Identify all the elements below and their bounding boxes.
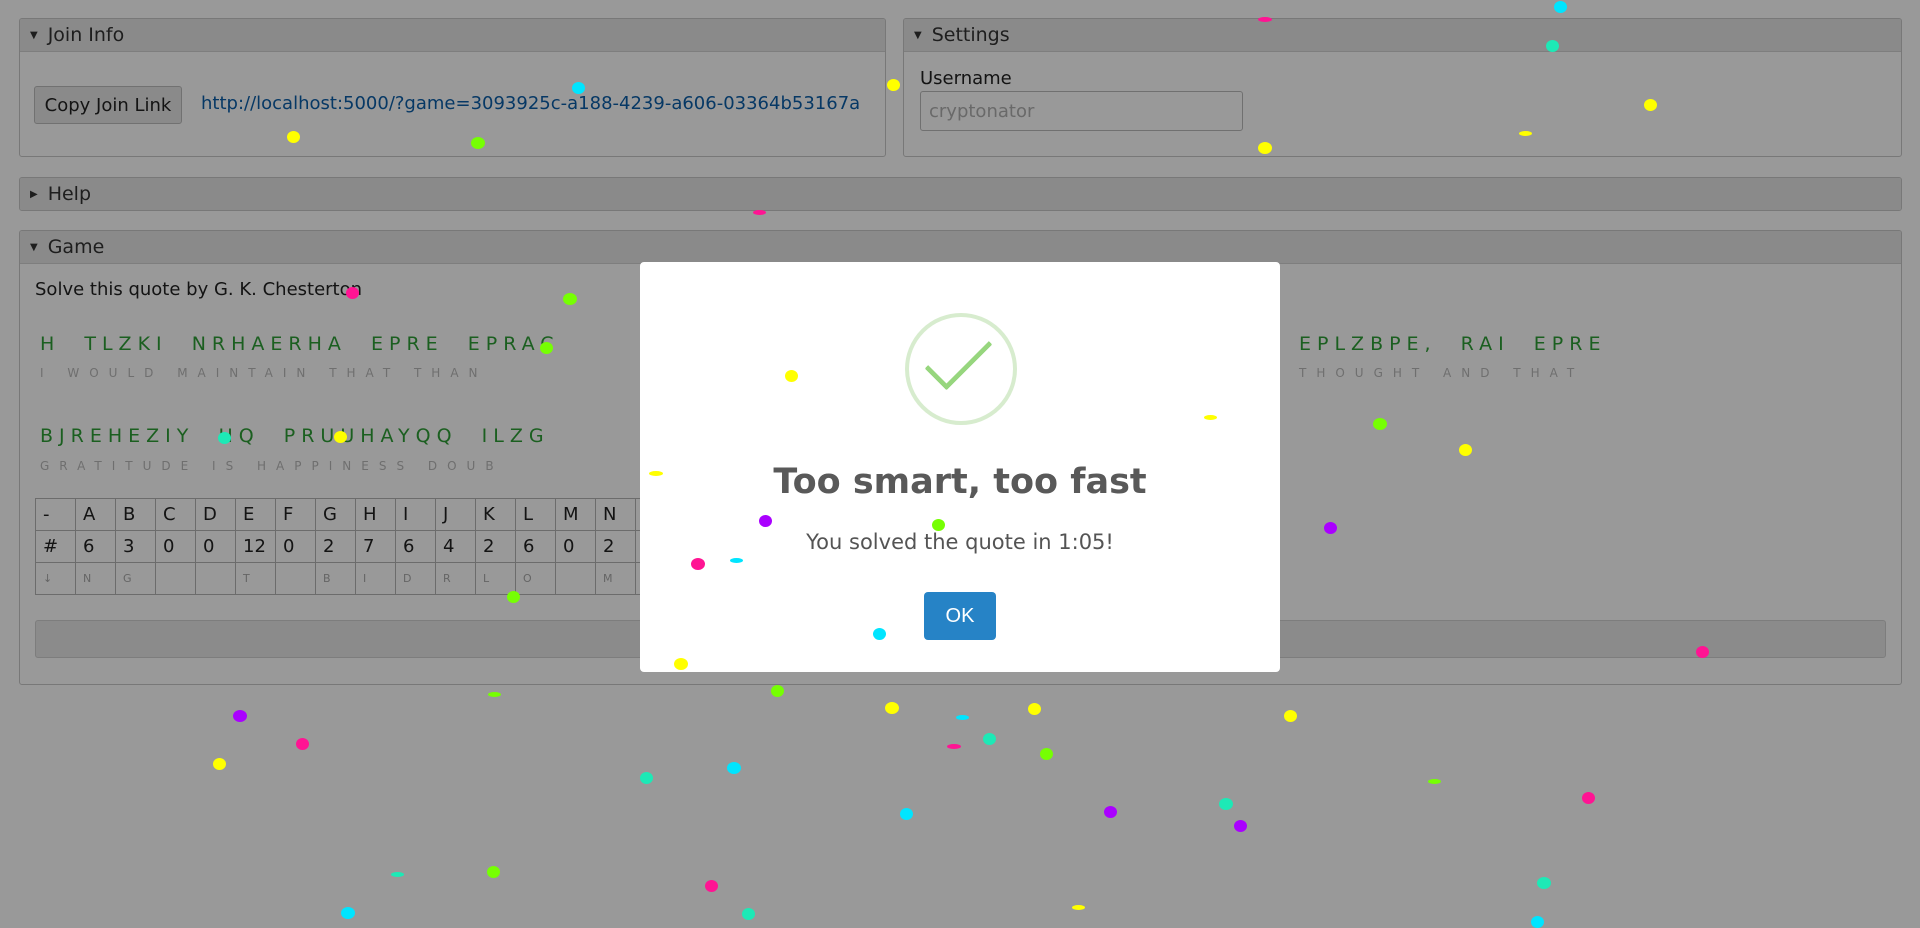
confetti-piece	[486, 866, 500, 878]
confetti-piece	[947, 743, 961, 749]
confetti-piece	[563, 293, 577, 305]
confetti-piece	[1258, 16, 1272, 22]
confetti-piece	[345, 287, 359, 299]
confetti-piece	[741, 908, 755, 920]
confetti-piece	[1203, 414, 1217, 420]
confetti-piece	[1219, 798, 1233, 810]
confetti-piece	[639, 772, 653, 784]
confetti-piece	[1530, 916, 1544, 928]
confetti-piece	[729, 557, 743, 563]
confetti-piece	[674, 658, 688, 670]
confetti-piece	[1039, 748, 1053, 760]
ok-button[interactable]: OK	[924, 592, 996, 640]
confetti-piece	[295, 738, 309, 750]
confetti-piece	[286, 131, 300, 143]
confetti-piece	[471, 137, 485, 149]
confetti-piece	[1458, 444, 1472, 456]
confetti-piece	[955, 714, 969, 720]
confetti-piece	[341, 907, 355, 919]
confetti-piece	[487, 691, 501, 697]
confetti-piece	[333, 431, 347, 443]
confetti-piece	[1537, 877, 1551, 889]
confetti-piece	[691, 558, 705, 570]
confetti-piece	[1258, 142, 1272, 154]
confetti-piece	[1323, 522, 1337, 534]
confetti-piece	[539, 342, 553, 354]
confetti-piece	[1373, 418, 1387, 430]
confetti-piece	[1553, 1, 1567, 13]
confetti-piece	[1545, 40, 1559, 52]
confetti-piece	[1071, 904, 1085, 910]
confetti-piece	[886, 79, 900, 91]
confetti-piece	[1103, 806, 1117, 818]
confetti-piece	[1518, 130, 1532, 136]
confetti-piece	[704, 880, 718, 892]
confetti-piece	[390, 871, 404, 877]
confetti-piece	[770, 685, 784, 697]
confetti-piece	[571, 82, 585, 94]
confetti-piece	[1233, 820, 1247, 832]
modal-title: Too smart, too fast	[773, 462, 1147, 502]
confetti-piece	[233, 710, 247, 722]
confetti-piece	[784, 370, 798, 382]
confetti-piece	[872, 628, 886, 640]
confetti-piece	[982, 733, 996, 745]
confetti-piece	[885, 702, 899, 714]
confetti-piece	[1027, 703, 1041, 715]
confetti-piece	[212, 758, 226, 770]
confetti-piece	[1427, 778, 1441, 784]
confetti-piece	[217, 432, 231, 444]
success-modal: Too smart, too fast You solved the quote…	[640, 262, 1280, 672]
confetti-piece	[649, 470, 663, 476]
modal-text: You solved the quote in 1:05!	[806, 530, 1114, 554]
confetti-piece	[506, 591, 520, 603]
confetti-piece	[1283, 710, 1297, 722]
confetti-piece	[931, 519, 945, 531]
confetti-piece	[899, 808, 913, 820]
confetti-piece	[1695, 646, 1709, 658]
confetti-piece	[752, 209, 766, 215]
confetti-piece	[758, 515, 772, 527]
confetti-piece	[1643, 99, 1657, 111]
confetti-piece	[727, 762, 741, 774]
confetti-piece	[1581, 792, 1595, 804]
